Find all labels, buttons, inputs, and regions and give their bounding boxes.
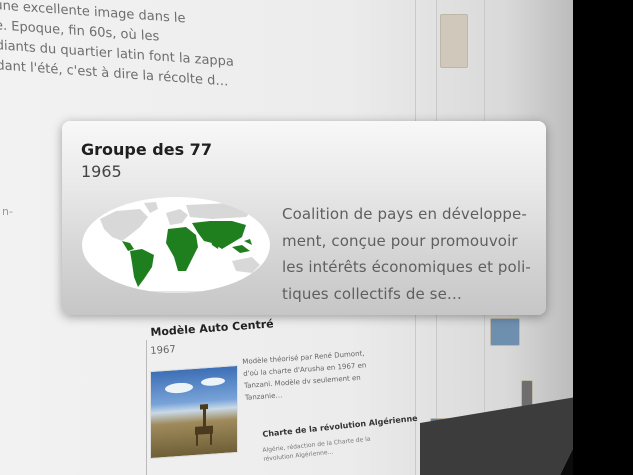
event-thumbnail[interactable] — [490, 318, 520, 346]
description-line: ment, conçue pour promouvoir — [282, 231, 518, 250]
event-detail-popup[interactable]: Groupe des 77 1965 Coalition de pays en … — [62, 121, 546, 315]
left-text-fragment: n- — [2, 205, 13, 218]
giraffe-savanna-image — [150, 364, 238, 460]
event-thumbnail[interactable] — [440, 14, 468, 68]
timeline-connector — [146, 340, 147, 475]
event-description: Modèle théorisé par René Dumont, d'où la… — [242, 349, 367, 402]
popup-year: 1965 — [81, 162, 122, 181]
popup-description: Coalition de pays en développe- ment, co… — [282, 201, 537, 307]
event-description: Algérie, rédaction de la Charte de la ré… — [262, 435, 371, 463]
outside-dark-area — [573, 0, 633, 475]
description-line: tiques collectifs de se… — [282, 284, 462, 303]
description-line: les intérêts économiques et poli- — [282, 258, 531, 276]
description-line: Coalition de pays en développe- — [282, 205, 527, 223]
event-year: 1967 — [150, 344, 177, 357]
event-title[interactable]: Charte de la révolution Algérienne — [262, 414, 418, 439]
popup-title: Groupe des 77 — [81, 140, 212, 159]
background-article: une excellente image dans le e. Epoque, … — [0, 0, 234, 91]
world-map-image — [82, 197, 270, 293]
event-title: Modèle Auto Centré — [150, 317, 275, 339]
